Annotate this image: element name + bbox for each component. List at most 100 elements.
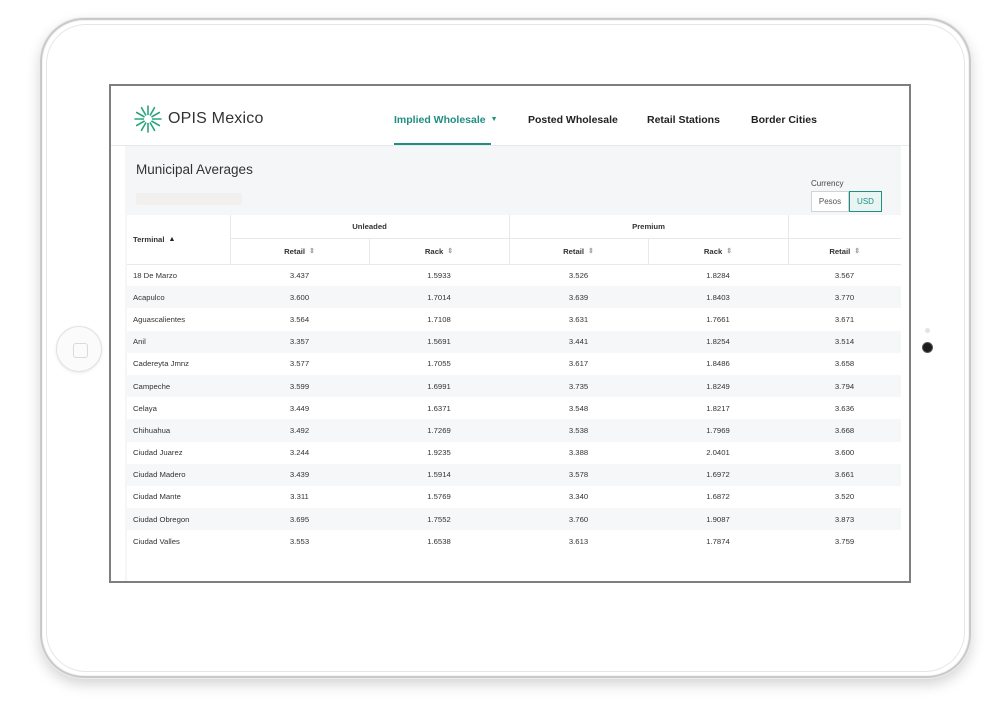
table-body: 18 De Marzo 3.437 1.5933 3.526 1.8284 3.567 Ac… [127, 264, 901, 552]
group-header-premium: Premium [508, 215, 789, 239]
table-row[interactable]: Ciudad Valles 3.553 1.6538 3.613 1.7874 3.759 [127, 530, 901, 552]
value-cell: 2.0401 [706, 448, 730, 458]
table-row[interactable]: Ciudad Madero 3.439 1.5914 3.578 1.6972 3.661 [127, 463, 901, 486]
value-cell: 1.7552 [369, 508, 510, 531]
table-row[interactable]: Aguascalientes 3.564 1.7108 3.631 1.7661 3.67… [127, 308, 901, 330]
value-cell: 3.441 [509, 330, 649, 353]
value-cell: 3.577 [289, 359, 310, 369]
column-header-retail[interactable]: Retail ⇕ [787, 238, 901, 265]
value-cell: 3.873 [788, 508, 901, 531]
value-cell: 1.7661 [706, 314, 730, 324]
active-tab-indicator [394, 143, 491, 145]
value-cell: 3.553 [289, 536, 310, 546]
value-cell: 3.311 [290, 492, 309, 502]
sort-ascending-icon: ▲ [168, 236, 176, 244]
value-cell: 1.9235 [427, 448, 451, 458]
terminal-cell: Ciudad Juarez [133, 448, 183, 458]
value-cell: 1.7108 [427, 314, 451, 324]
value-cell: 1.7014 [369, 286, 510, 309]
value-cell: 3.599 [230, 374, 369, 398]
value-cell: 1.9087 [648, 508, 789, 531]
terminal-cell: Ciudad Obregon [127, 508, 230, 531]
value-cell: 3.759 [834, 536, 855, 546]
terminal-header-label: Terminal [133, 234, 165, 244]
value-cell: 3.514 [788, 330, 901, 353]
table-row[interactable]: Chihuahua 3.492 1.7269 3.538 1.7969 3.668 [127, 419, 901, 442]
value-cell: 3.244 [289, 448, 310, 458]
nav-posted-wholesale[interactable]: Posted Wholesale [528, 114, 618, 126]
nav-border-cities[interactable]: Border Cities [751, 114, 817, 126]
terminal-cell: Ciudad Mante [133, 492, 181, 502]
value-cell: 1.5769 [427, 492, 451, 502]
column-header-label: Retail [284, 246, 306, 256]
terminal-cell: Cadereyta Jmnz [133, 359, 189, 369]
table-row[interactable]: Cadereyta Jmnz 3.577 1.7055 3.617 1.8486 3.65… [127, 353, 901, 375]
value-cell: 3.671 [834, 314, 855, 324]
value-cell: 3.548 [568, 403, 589, 413]
value-cell: 3.639 [509, 286, 649, 309]
value-cell: 1.6972 [648, 463, 789, 486]
value-cell: 3.340 [568, 492, 589, 502]
table-row[interactable]: 18 De Marzo 3.437 1.5933 3.526 1.8284 3.567 [127, 264, 901, 286]
value-cell: 3.437 [289, 270, 310, 280]
tablet-camera [922, 342, 933, 353]
value-cell: 1.8486 [706, 359, 730, 369]
sort-both-icon: ⇕ [309, 248, 315, 256]
value-cell: 1.8249 [648, 374, 789, 398]
column-header-label: Retail [829, 246, 851, 256]
value-cell: 3.600 [230, 286, 369, 309]
value-cell: 3.735 [509, 374, 649, 398]
value-cell: 3.770 [788, 286, 901, 309]
logo[interactable]: OPIS Mexico [133, 104, 264, 134]
value-cell: 3.658 [834, 359, 855, 369]
currency-pesos-button[interactable]: Pesos [811, 191, 849, 212]
nav-retail-stations[interactable]: Retail Stations [647, 114, 720, 126]
sort-both-icon: ⇕ [447, 248, 454, 256]
table-row[interactable]: Campeche 3.599 1.6991 3.735 1.8249 3.794 [127, 374, 901, 398]
group-header-unleaded: Unleaded [229, 215, 510, 239]
terminal-cell: Celaya [133, 403, 157, 413]
terminal-cell: Acapulco [127, 286, 230, 309]
terminal-cell: 18 De Marzo [133, 270, 178, 280]
table-row[interactable]: Celaya 3.449 1.6371 3.548 1.8217 3.636 [127, 397, 901, 419]
column-header-retail[interactable]: Retail ⇕ [508, 238, 649, 265]
top-navigation-bar: OPIS Mexico Implied Wholesale ▼ Posted Wh… [111, 86, 909, 146]
terminal-cell: Aguascalientes [133, 314, 186, 324]
logo-text: OPIS Mexico [168, 110, 264, 127]
column-header-terminal[interactable]: Terminal ▲ [127, 215, 230, 265]
group-header-third [787, 215, 901, 239]
value-cell: 3.357 [230, 330, 369, 353]
caret-down-icon: ▼ [490, 116, 498, 123]
value-cell: 1.5914 [369, 463, 510, 486]
value-cell: 1.6371 [427, 403, 451, 413]
value-cell: 3.578 [509, 463, 649, 486]
column-header-rack[interactable]: Rack ⇕ [647, 238, 789, 265]
table-row[interactable]: Ciudad Obregon 3.695 1.7552 3.760 1.9087 3.87… [127, 508, 901, 531]
value-cell: 3.794 [788, 374, 901, 398]
terminal-cell: Ciudad Madero [127, 463, 230, 486]
value-cell: 1.7874 [706, 536, 730, 546]
value-cell: 3.661 [788, 463, 901, 486]
terminal-cell: Chihuahua [127, 419, 230, 442]
column-header-rack[interactable]: Rack ⇕ [368, 238, 510, 265]
value-cell: 1.7055 [427, 359, 451, 369]
value-cell: 3.668 [788, 419, 901, 442]
terminal-cell: Anil [127, 330, 230, 353]
value-cell: 3.567 [834, 270, 855, 280]
subtitle-placeholder [136, 193, 242, 205]
value-cell: 3.760 [509, 508, 649, 531]
value-cell: 3.492 [230, 419, 369, 442]
value-cell: 3.613 [568, 536, 589, 546]
nav-implied-wholesale[interactable]: Implied Wholesale ▼ [394, 114, 498, 126]
value-cell: 1.8254 [648, 330, 789, 353]
main-content: Municipal Averages Currency Pesos USD Te… [125, 146, 901, 581]
currency-usd-button[interactable]: USD [849, 191, 882, 212]
column-header-retail[interactable]: Retail ⇕ [229, 238, 369, 265]
table-row[interactable]: Acapulco 3.600 1.7014 3.639 1.8403 3.770 [127, 286, 901, 309]
table-row[interactable]: Ciudad Mante 3.311 1.5769 3.340 1.6872 3.520 [127, 486, 901, 508]
sort-both-icon: ⇕ [726, 248, 733, 256]
table-row[interactable]: Ciudad Juarez 3.244 1.9235 3.388 2.0401 3.600 [127, 442, 901, 464]
value-cell: 3.388 [568, 448, 589, 458]
value-cell: 1.8284 [706, 270, 730, 280]
table-row[interactable]: Anil 3.357 1.5691 3.441 1.8254 3.514 [127, 330, 901, 353]
